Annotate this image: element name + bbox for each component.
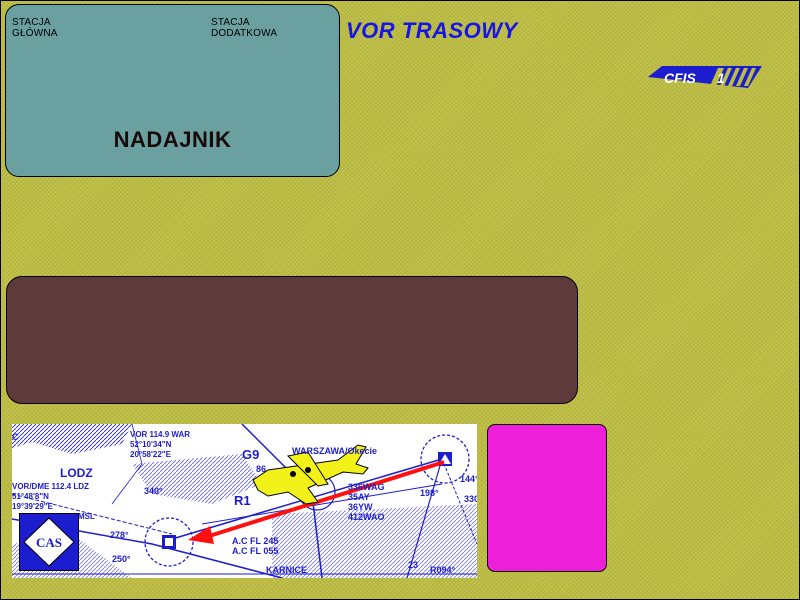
warszawa-label: WARSZAWA/Okecie	[292, 446, 378, 456]
bearing-144: 144°	[460, 474, 477, 484]
cfis-number: 1	[717, 70, 725, 86]
extra-station-label: STACJA DODATKOWA	[211, 17, 278, 39]
transmitter-label: NADAJNIK	[113, 127, 232, 152]
cfis-text: CFIS	[664, 70, 697, 86]
main-station-label: STACJA GŁÓWNA	[12, 17, 58, 39]
airway-g-label: G9	[242, 447, 260, 462]
karnice-label: KARNICE	[266, 565, 308, 575]
airway-r-label: R1	[234, 493, 251, 508]
lodz-vor-info: VOR/DME 112.4 LDZ 51°48'8"N 19°39'29"E	[12, 482, 89, 511]
lodz-name: LODZ	[60, 466, 93, 480]
map-number-23: 23	[408, 560, 419, 570]
cas-text: CAS	[36, 535, 62, 550]
instrument-panel	[6, 276, 578, 404]
lodz-msl: MSL	[78, 512, 95, 521]
warsaw-vor-info: VOR 114.9 WAR 52°10'34"N 20°58'22"E	[130, 430, 191, 459]
page-title: VOR TRASOWY	[346, 18, 518, 43]
radial-094-label: R094°	[430, 565, 456, 575]
bearing-330: 330°	[464, 494, 477, 504]
cas-logo-icon: CAS	[19, 513, 79, 571]
navigation-map: C LODZ VOR/DME 112.4 LDZ 51°48'8"N 19°39…	[12, 424, 477, 578]
map-label-c: C	[12, 432, 19, 442]
bearing-278: 278°	[110, 530, 129, 540]
bearing-340: 340°	[144, 486, 163, 496]
indicator-panel	[487, 424, 607, 572]
route-codes: 336WAG 35AY 36YW 412WAO	[348, 482, 385, 522]
map-number-86: 86	[256, 464, 267, 474]
flight-level-info: A.C FL 245 A.C FL 055	[232, 536, 279, 556]
lodz-vor-station-icon	[144, 517, 194, 567]
station-panel: STACJA GŁÓWNA STACJA DODATKOWA NADAJNIK	[5, 4, 340, 177]
cfis-logo-icon: CFIS 1	[648, 66, 762, 88]
bearing-250: 250°	[112, 554, 131, 564]
bearing-198: 198°	[420, 488, 439, 498]
